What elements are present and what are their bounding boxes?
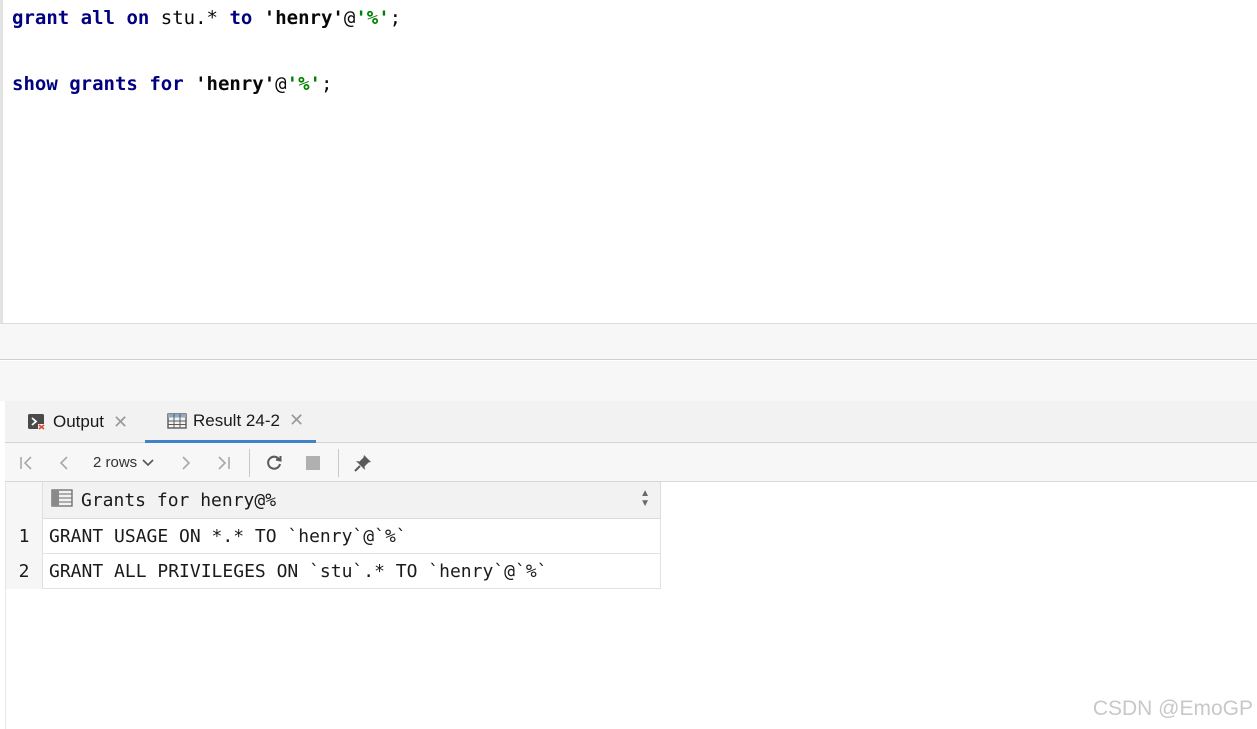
table-cell[interactable]: GRANT USAGE ON *.* TO `henry`@`%`: [43, 519, 661, 554]
close-icon[interactable]: ✕: [289, 410, 304, 431]
chevron-left-icon: [59, 455, 68, 470]
identifier-table: stu.*: [160, 7, 218, 29]
host-string: '%': [355, 7, 390, 29]
host-string: '%': [286, 73, 321, 95]
keyword-grant: grant: [12, 7, 70, 29]
keyword-show: show: [12, 73, 58, 95]
row-number: 1: [6, 519, 43, 554]
watermark: CSDN @EmoGP: [1092, 697, 1253, 720]
first-page-button[interactable]: [13, 443, 39, 482]
code-line-2[interactable]: show grants for 'henry'@'%';: [12, 71, 332, 97]
console-icon: [27, 413, 47, 431]
column-header[interactable]: Grants for henry@% ▲ ▼: [43, 482, 661, 519]
last-page-icon: [218, 455, 230, 470]
table-cell[interactable]: GRANT ALL PRIVILEGES ON `stu`.* TO `henr…: [43, 554, 661, 589]
row-count-label: 2 rows: [93, 454, 138, 471]
table-row[interactable]: 2 GRANT ALL PRIVILEGES ON `stu`.* TO `he…: [6, 554, 661, 589]
column-header-label: Grants for henry@%: [81, 489, 277, 511]
tab-output[interactable]: Output ✕: [5, 401, 145, 443]
toolbar-separator: [338, 449, 339, 477]
table-row[interactable]: 1 GRANT USAGE ON *.* TO `henry`@`%`: [6, 519, 661, 554]
keyword-grants: grants: [69, 73, 138, 95]
keyword-all: all: [80, 7, 115, 29]
tab-result[interactable]: Result 24-2 ✕: [145, 401, 316, 443]
stop-button[interactable]: [300, 443, 326, 482]
chevron-down-icon: [142, 459, 154, 467]
column-icon: [51, 488, 73, 512]
chevron-right-icon: [182, 455, 191, 470]
user-string: 'henry': [263, 7, 344, 29]
at-sign: @: [275, 73, 287, 95]
row-number: 2: [6, 554, 43, 589]
semicolon: ;: [320, 73, 333, 95]
user-string: 'henry': [195, 73, 276, 95]
pin-tab-button[interactable]: [350, 443, 376, 482]
stop-icon: [306, 455, 320, 470]
at-sign: @: [343, 7, 356, 29]
last-page-button[interactable]: [211, 443, 237, 482]
semicolon: ;: [389, 7, 402, 29]
toolbar-separator: [249, 449, 250, 477]
code-line-1[interactable]: grant all on stu.* to 'henry'@'%';: [12, 5, 401, 31]
row-number-header[interactable]: [6, 482, 43, 519]
sort-icon[interactable]: ▲ ▼: [640, 489, 650, 509]
close-icon[interactable]: ✕: [113, 412, 128, 433]
keyword-on: on: [126, 7, 150, 29]
refresh-button[interactable]: [261, 443, 287, 482]
services-tab-bar: Output ✕ Result 24-2 ✕: [5, 401, 1257, 443]
first-page-icon: [20, 455, 32, 470]
keyword-for: for: [149, 73, 184, 95]
previous-page-button[interactable]: [51, 443, 77, 482]
pin-icon: [354, 454, 371, 472]
next-page-button[interactable]: [173, 443, 199, 482]
tab-result-label: Result 24-2: [193, 410, 280, 430]
result-grid[interactable]: Grants for henry@% ▲ ▼ 1 GRANT USAGE ON *…: [5, 482, 1257, 729]
keyword-to: to: [229, 7, 253, 29]
table-icon: [167, 412, 187, 430]
tab-output-label: Output: [53, 412, 105, 431]
result-toolbar: 2 rows: [5, 443, 1257, 482]
sql-editor[interactable]: grant all on stu.* to 'henry'@'%'; show …: [0, 0, 1257, 324]
refresh-icon: [267, 455, 282, 470]
row-count-dropdown[interactable]: 2 rows: [93, 443, 155, 482]
panel-splitter[interactable]: [0, 361, 1257, 401]
editor-bottom-margin: [0, 324, 1257, 360]
